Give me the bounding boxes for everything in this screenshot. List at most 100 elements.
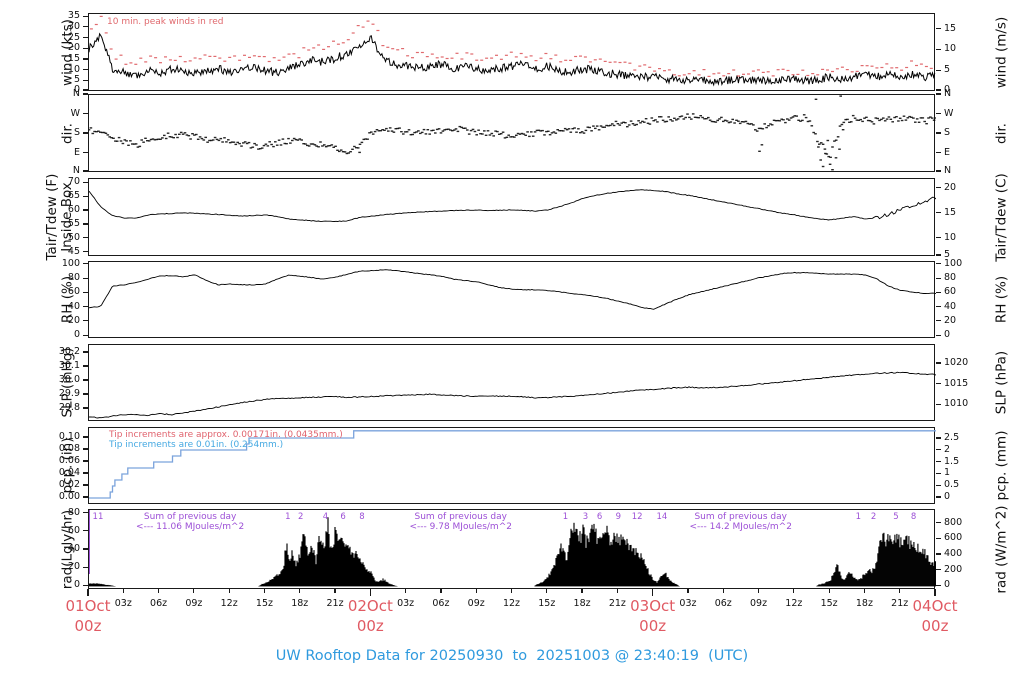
rh-ytick-label: 40 bbox=[944, 300, 957, 312]
x-minor-label: 15z bbox=[820, 598, 838, 609]
mj-mark-label: 2 bbox=[870, 512, 877, 522]
x-tick-major bbox=[934, 589, 936, 596]
rad-ytick-label: 200 bbox=[944, 563, 963, 575]
y-tick bbox=[83, 291, 88, 293]
y-tick bbox=[83, 351, 88, 353]
temp-ytick-label: 15 bbox=[944, 206, 957, 218]
y-tick bbox=[936, 449, 941, 451]
x-tick-major bbox=[369, 589, 372, 596]
pcp-blue-annotation: Tip increments are 0.01in. (0.254mm.) bbox=[109, 440, 284, 450]
x-minor-label: 15z bbox=[255, 598, 273, 609]
y-tick bbox=[83, 223, 88, 225]
slp-chart bbox=[89, 371, 936, 419]
weather-plot-figure: UW Rooftop Data for 20250930 to 20251003… bbox=[0, 0, 1024, 700]
y-tick bbox=[83, 36, 88, 39]
y-tick bbox=[936, 187, 941, 189]
pcp-ytick-label: 2 bbox=[944, 443, 951, 455]
y-tick bbox=[83, 170, 88, 172]
x-minor-label: 09z bbox=[467, 598, 485, 609]
y-tick bbox=[83, 472, 88, 474]
mj-mark-label: 9 bbox=[615, 512, 622, 522]
y-tick bbox=[83, 58, 88, 60]
x-minor-label: 12z bbox=[502, 598, 521, 609]
rad-ytick-label: 600 bbox=[944, 532, 963, 544]
rad-ytick-label: 400 bbox=[944, 548, 963, 560]
y-tick bbox=[936, 553, 941, 555]
y-tick bbox=[83, 320, 88, 322]
x-tick bbox=[228, 589, 230, 593]
wind-ytick-label: 15 bbox=[944, 22, 957, 34]
x-tick-major bbox=[87, 589, 89, 596]
temp-left-title-text: Tair/Tdew (F) bbox=[44, 173, 60, 261]
y-tick bbox=[936, 277, 941, 279]
y-tick bbox=[83, 47, 88, 49]
day-sum-annotation: Sum of previous day <--- 11.06 MJoules/m^… bbox=[110, 512, 270, 532]
mj-mark-label: 6 bbox=[340, 512, 346, 522]
x-tick bbox=[299, 589, 301, 593]
y-tick bbox=[83, 132, 88, 134]
y-tick bbox=[936, 89, 941, 91]
day-sum-line: Sum of previous day bbox=[694, 512, 787, 522]
pcp-ytick-label: 0 bbox=[944, 490, 951, 502]
x-minor-label: 15z bbox=[538, 598, 556, 609]
panel-dir bbox=[88, 94, 936, 172]
plot-title: UW Rooftop Data for 20250930 to 20251003… bbox=[275, 648, 749, 664]
x-tick bbox=[793, 589, 795, 593]
rh-chart bbox=[89, 269, 936, 310]
rad-ytick-label: 800 bbox=[944, 516, 963, 528]
pcp-ytick-label: 1 bbox=[944, 467, 951, 479]
day-sum-line: Sum of previous day bbox=[414, 512, 507, 522]
y-tick bbox=[83, 436, 88, 438]
x-tick bbox=[828, 589, 830, 593]
day-sum-annotation: Sum of previous day <--- 9.78 MJoules/m^2 bbox=[381, 512, 541, 532]
y-tick bbox=[83, 548, 88, 550]
x-tick bbox=[899, 589, 901, 593]
x-tick bbox=[405, 589, 407, 593]
y-tick bbox=[83, 151, 88, 154]
y-tick bbox=[936, 362, 941, 364]
y-tick bbox=[936, 584, 941, 586]
y-tick bbox=[83, 15, 88, 17]
y-tick bbox=[83, 69, 88, 71]
x-date-label: 02Oct 00z bbox=[347, 597, 393, 635]
y-tick bbox=[936, 537, 941, 540]
dir-ytick-label: S bbox=[944, 127, 951, 138]
y-tick bbox=[936, 112, 941, 115]
mj-mark-label: 12 bbox=[631, 512, 643, 522]
y-tick bbox=[936, 306, 941, 308]
x-minor-label: 09z bbox=[185, 598, 203, 609]
panel-rh bbox=[88, 261, 936, 338]
y-tick bbox=[936, 522, 941, 524]
panel-rad: 11 1 2 4 6 8 1 3 6 9 12 14 1 2 5 8 Sum of previous day <-… bbox=[88, 509, 936, 589]
y-tick bbox=[83, 112, 88, 115]
x-tick bbox=[475, 589, 477, 593]
y-tick bbox=[936, 460, 941, 463]
day-sum-line: <--- 11.06 MJoules/m^2 bbox=[136, 522, 245, 532]
y-tick bbox=[83, 365, 88, 367]
day-sum-line: <--- 9.78 MJoules/m^2 bbox=[409, 522, 512, 532]
day-sum-line: <--- 14.2 MJoules/m^2 bbox=[689, 522, 792, 532]
x-tick bbox=[687, 589, 689, 593]
slp-ytick-label: 1015 bbox=[944, 377, 969, 389]
pcp-ytick-label: 0.5 bbox=[944, 479, 960, 491]
dir-chart bbox=[89, 95, 936, 171]
x-minor-label: 12z bbox=[785, 598, 803, 609]
mj-mark-label: 6 bbox=[596, 512, 603, 522]
x-minor-label: 12z bbox=[220, 598, 238, 609]
y-tick bbox=[936, 263, 941, 265]
x-tick bbox=[334, 589, 336, 593]
rad-ytick-label: 0 bbox=[944, 579, 951, 591]
y-tick bbox=[83, 393, 88, 395]
wind-annotation: 10 min. peak winds in red bbox=[107, 17, 224, 27]
y-tick bbox=[936, 151, 941, 154]
mj-mark-label: 2 bbox=[298, 512, 304, 522]
rad-right-title-text: rad (W/m^2) bbox=[993, 504, 1010, 594]
y-tick bbox=[83, 484, 88, 486]
mj-mark-label: 8 bbox=[910, 512, 917, 522]
y-tick bbox=[936, 48, 941, 51]
y-tick bbox=[936, 383, 941, 385]
x-minor-label: 18z bbox=[573, 598, 591, 609]
x-tick bbox=[263, 589, 266, 593]
mj-mark-label: 11 bbox=[92, 512, 104, 522]
dir-ytick-label: E bbox=[944, 146, 951, 158]
